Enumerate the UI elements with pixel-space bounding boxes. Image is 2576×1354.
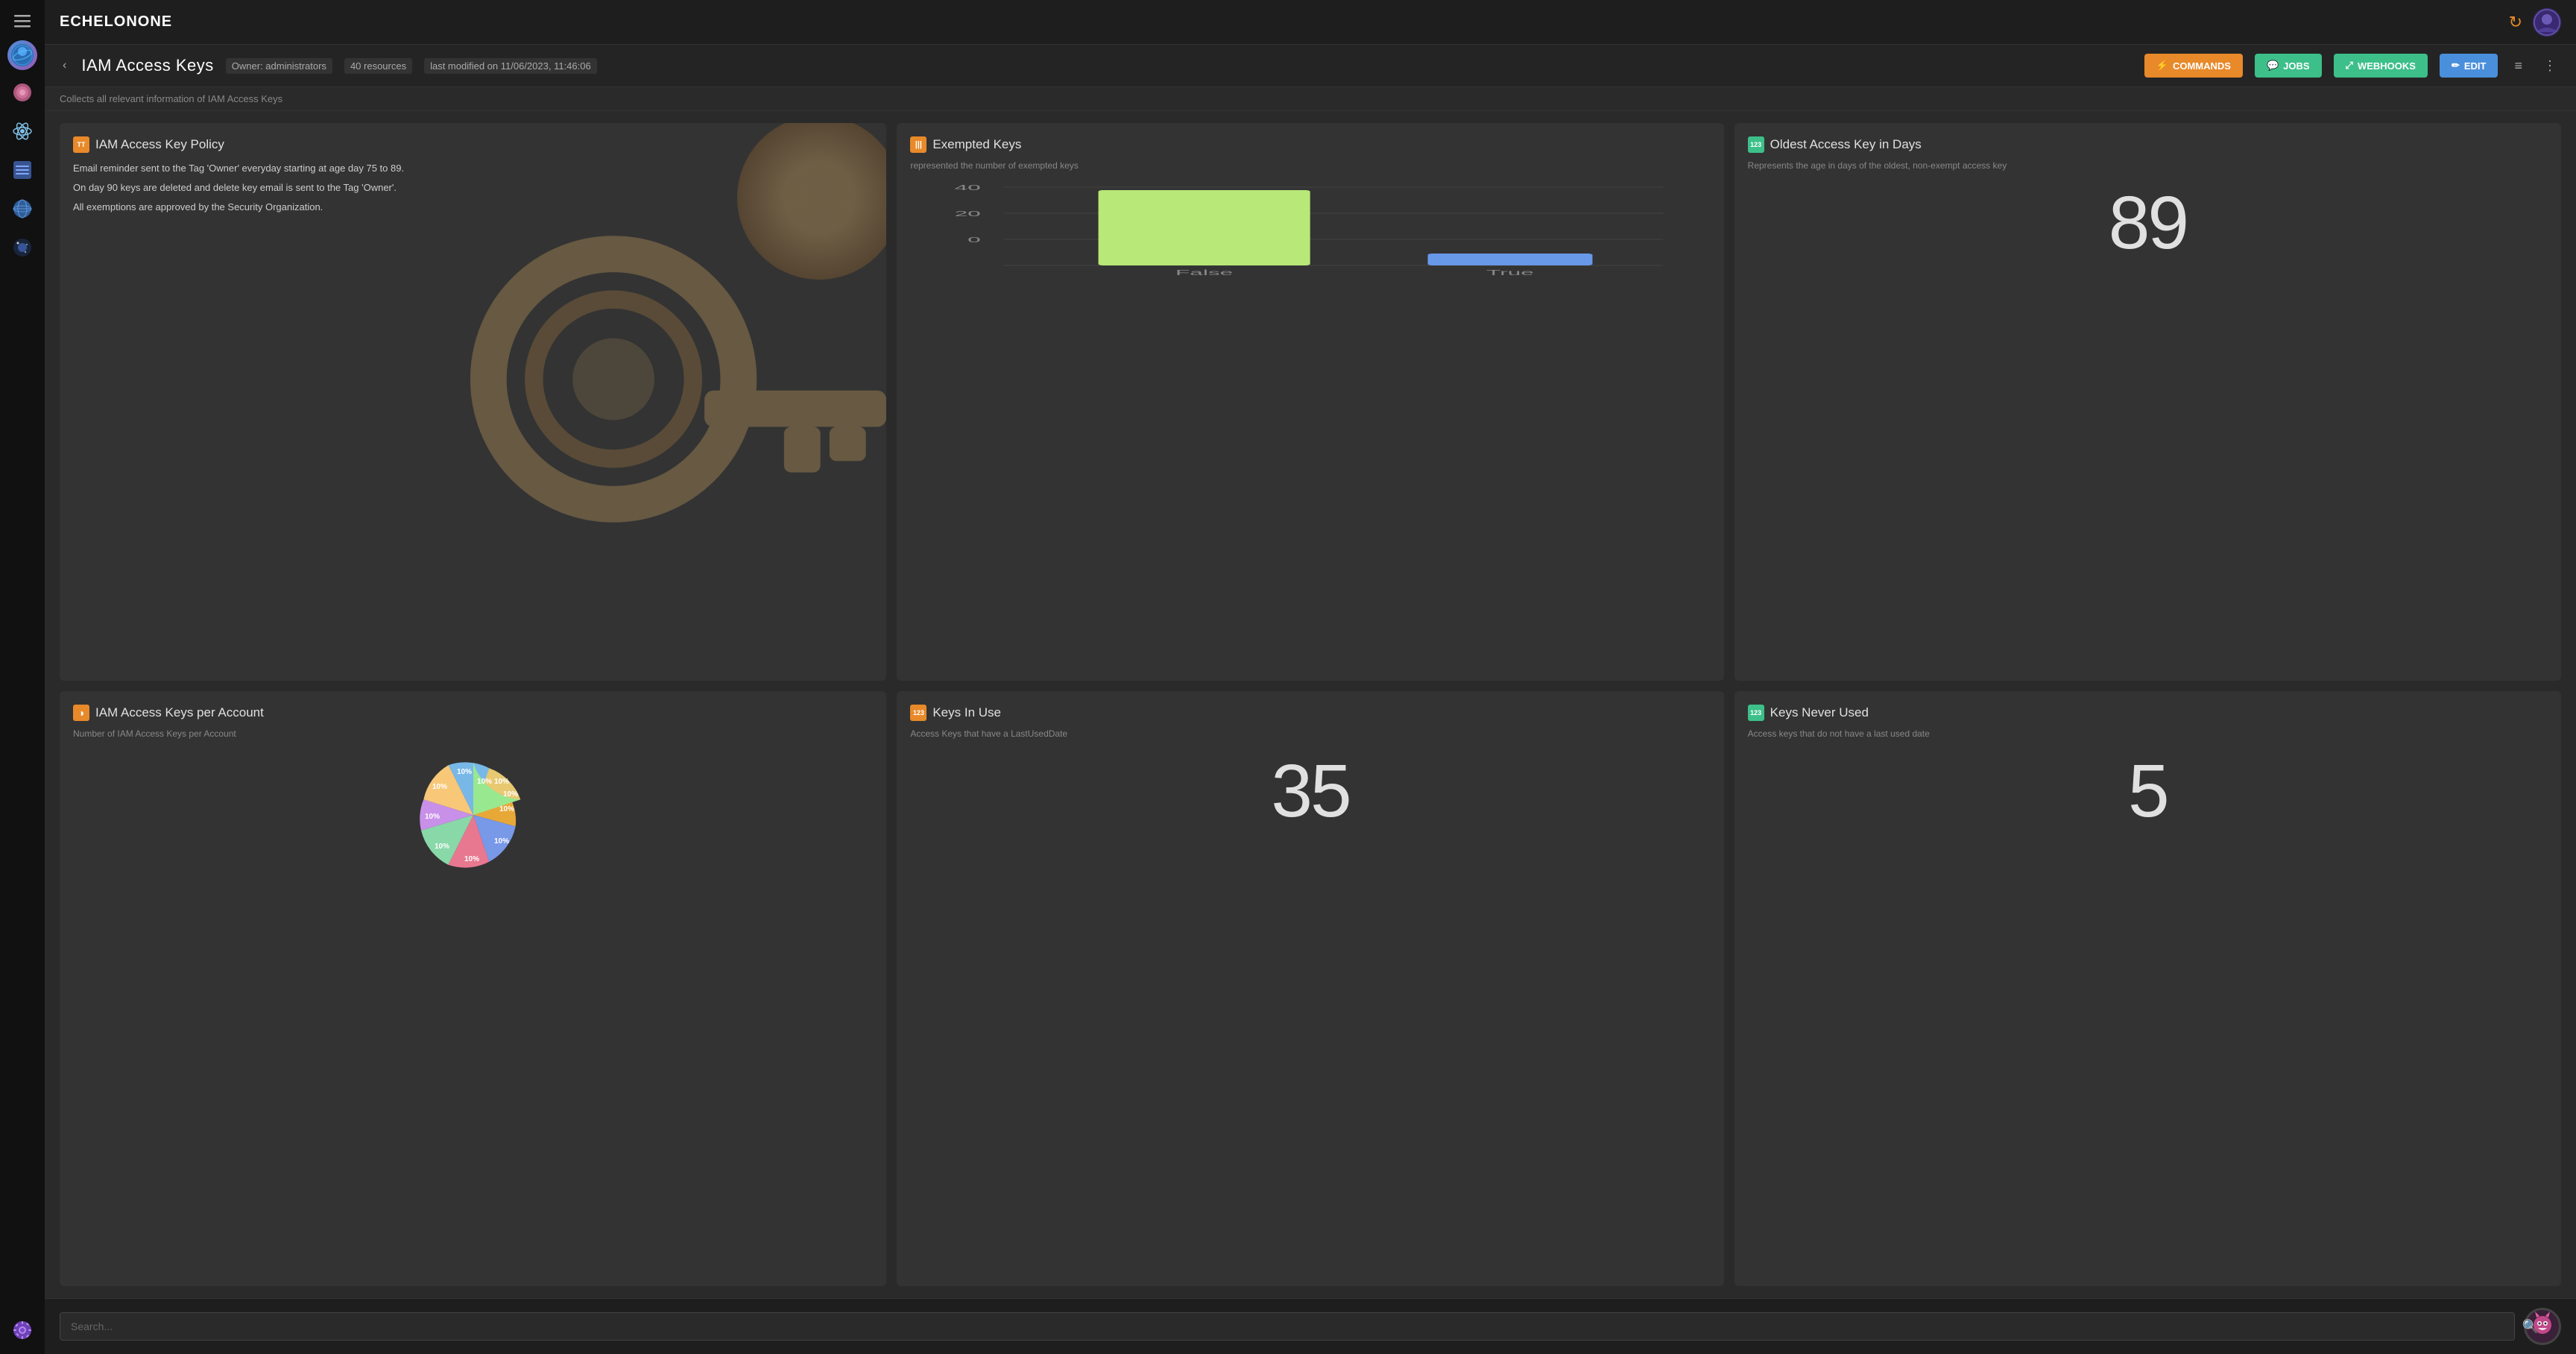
keys-per-account-icon-badge: ◑ xyxy=(73,705,89,721)
content-header: ‹ IAM Access Keys Owner: administrators … xyxy=(45,45,2576,87)
keys-per-account-title: ◑ IAM Access Keys per Account xyxy=(73,705,873,721)
page-title: IAM Access Keys xyxy=(81,56,213,75)
owner-meta: Owner: administrators xyxy=(226,58,332,74)
policy-icon-badge: TT xyxy=(73,136,89,153)
keys-never-used-value: 5 xyxy=(1748,754,2548,828)
search-bar: 🔍 xyxy=(45,1298,2576,1354)
svg-text:20: 20 xyxy=(955,210,981,218)
oldest-access-key-value: 89 xyxy=(1748,186,2548,260)
svg-text:10%: 10% xyxy=(494,778,509,786)
menu-icon[interactable] xyxy=(9,7,36,34)
sidebar-item-settings[interactable] xyxy=(6,1314,39,1347)
commands-lightning-icon: ⚡ xyxy=(2156,60,2168,72)
svg-text:10%: 10% xyxy=(477,778,492,786)
keys-in-use-icon-badge: 123 xyxy=(910,705,926,721)
sidebar-item-explore[interactable] xyxy=(6,76,39,109)
jobs-chat-icon: 💬 xyxy=(2267,60,2279,72)
commands-button[interactable]: ⚡ COMMANDS xyxy=(2144,54,2243,78)
keys-never-used-icon-badge: 123 xyxy=(1748,705,1764,721)
keys-never-used-subtitle: Access keys that do not have a last used… xyxy=(1748,728,2548,739)
svg-text:10%: 10% xyxy=(503,790,518,799)
exempted-keys-chart: 40 20 0 False True xyxy=(910,180,1710,277)
policy-card: TT IAM Access Key Policy Email reminder … xyxy=(60,123,886,681)
oldest-access-key-title: 123 Oldest Access Key in Days xyxy=(1748,136,2548,153)
more-icon-button[interactable]: ⋮ xyxy=(2539,55,2561,77)
edit-button[interactable]: ✏ EDIT xyxy=(2440,54,2498,78)
keys-in-use-value: 35 xyxy=(910,754,1710,828)
oldest-access-key-card: 123 Oldest Access Key in Days Represents… xyxy=(1734,123,2561,681)
exempted-keys-card: ||| Exempted Keys represented the number… xyxy=(897,123,1723,681)
keys-in-use-subtitle: Access Keys that have a LastUsedDate xyxy=(910,728,1710,739)
main-content: ECHELONONE ↻ ‹ IAM Access Keys Owner: ad… xyxy=(45,0,2576,1354)
filter-icon-button[interactable]: ≡ xyxy=(2510,55,2527,77)
search-input[interactable] xyxy=(60,1312,2515,1341)
search-icon: 🔍 xyxy=(2522,1319,2539,1335)
oldest-key-icon-badge: 123 xyxy=(1748,136,1764,153)
svg-text:0: 0 xyxy=(967,236,981,244)
keys-per-account-chart: 10% 10% 10% 10% 10% 10% 10% 10% 10% 10% xyxy=(73,748,873,882)
dashboard-grid: TT IAM Access Key Policy Email reminder … xyxy=(45,111,2576,1298)
oldest-access-key-subtitle: Represents the age in days of the oldest… xyxy=(1748,160,2548,171)
keys-in-use-card: 123 Keys In Use Access Keys that have a … xyxy=(897,691,1723,1286)
sidebar-logo-avatar[interactable] xyxy=(7,40,37,70)
svg-text:10%: 10% xyxy=(432,783,447,791)
svg-text:10%: 10% xyxy=(494,837,509,846)
exempted-keys-title: ||| Exempted Keys xyxy=(910,136,1710,153)
svg-text:True: True xyxy=(1486,268,1534,277)
exempted-keys-icon-badge: ||| xyxy=(910,136,926,153)
modified-meta: last modified on 11/06/2023, 11:46:06 xyxy=(424,58,597,74)
sidebar-item-space[interactable] xyxy=(6,231,39,264)
edit-pencil-icon: ✏ xyxy=(2452,60,2460,72)
svg-text:10%: 10% xyxy=(425,813,440,821)
keys-in-use-title: 123 Keys In Use xyxy=(910,705,1710,721)
back-button[interactable]: ‹ xyxy=(60,56,69,75)
svg-text:10%: 10% xyxy=(457,768,472,776)
svg-text:10%: 10% xyxy=(499,805,514,813)
svg-text:10%: 10% xyxy=(464,855,479,863)
user-avatar[interactable] xyxy=(2533,8,2561,37)
sidebar-item-atom[interactable] xyxy=(6,115,39,148)
policy-text: Email reminder sent to the Tag 'Owner' e… xyxy=(73,160,873,215)
refresh-icon[interactable]: ↻ xyxy=(2509,13,2522,32)
exempted-keys-subtitle: represented the number of exempted keys xyxy=(910,160,1710,171)
keys-never-used-card: 123 Keys Never Used Access keys that do … xyxy=(1734,691,2561,1286)
sidebar xyxy=(0,0,45,1354)
keys-per-account-card: ◑ IAM Access Keys per Account Number of … xyxy=(60,691,886,1286)
sidebar-item-globe[interactable] xyxy=(6,192,39,225)
keys-per-account-subtitle: Number of IAM Access Keys per Account xyxy=(73,728,873,739)
keys-never-used-title: 123 Keys Never Used xyxy=(1748,705,2548,721)
svg-text:10%: 10% xyxy=(435,843,449,851)
sub-header: Collects all relevant information of IAM… xyxy=(45,87,2576,111)
topbar: ECHELONONE ↻ xyxy=(45,0,2576,45)
topbar-logo: ECHELONONE xyxy=(60,13,172,31)
svg-text:False: False xyxy=(1175,268,1233,277)
webhooks-button[interactable]: ⤢ WEBHOOKS xyxy=(2334,54,2428,78)
sidebar-item-network[interactable] xyxy=(6,154,39,186)
jobs-button[interactable]: 💬 JOBS xyxy=(2255,54,2322,78)
resources-meta: 40 resources xyxy=(344,58,412,74)
svg-text:40: 40 xyxy=(955,183,981,192)
webhooks-share-icon: ⤢ xyxy=(2346,60,2353,72)
sub-header-description: Collects all relevant information of IAM… xyxy=(60,93,282,104)
